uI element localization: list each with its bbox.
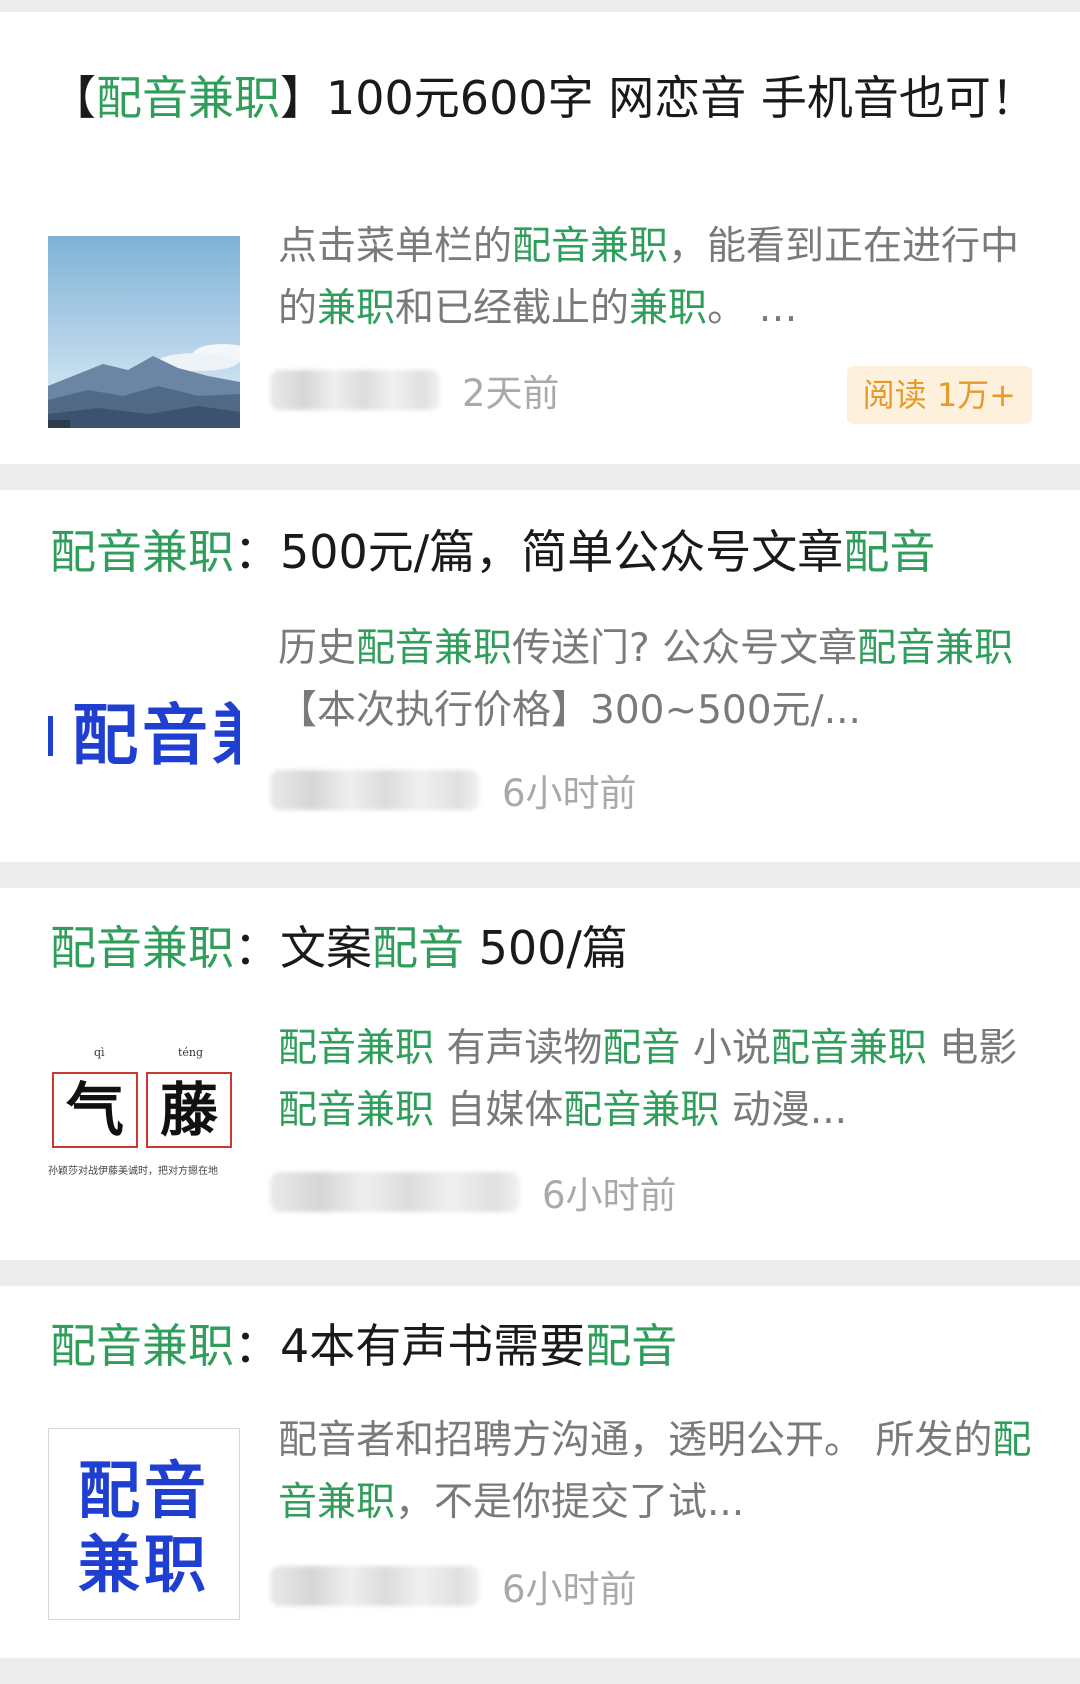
article-meta: 2天前	[270, 368, 560, 415]
text-segment: 自媒体	[434, 1088, 564, 1133]
text-segment: 和已经截止的	[395, 286, 630, 331]
keyword-highlight: 配音兼职	[857, 626, 1014, 671]
pinyin-right: téng	[178, 1046, 204, 1059]
publish-time: 2天前	[462, 372, 560, 415]
keyword-highlight: 配音	[372, 921, 464, 975]
read-count-badge: 阅读 1万+	[846, 366, 1032, 424]
thumb-text-line-2: 兼职	[77, 1528, 210, 1601]
keyword-highlight: 配音兼职	[50, 525, 234, 579]
text-segment: 小说	[680, 1026, 771, 1071]
keyword-highlight: 配音兼职	[563, 1088, 720, 1133]
keyword-highlight: 配音兼职	[278, 1026, 435, 1071]
char-box-right: 藤	[146, 1072, 232, 1148]
keyword-highlight: 兼职	[629, 286, 708, 331]
thumb-char-right: 藤	[159, 1076, 218, 1144]
text-segment: 传送门? 公众号文章	[512, 626, 858, 671]
keyword-highlight: 配音兼职	[356, 626, 513, 671]
keyword-highlight: 配音	[602, 1026, 681, 1071]
text-segment: 历史	[278, 626, 357, 671]
text-segment: 】100元600字 网恋音 手机音也可！	[280, 71, 1037, 125]
article-snippet: 配音者和招聘方沟通，透明公开。 所发的配音兼职，不是你提交了试...	[278, 1410, 1036, 1534]
text-segment: 【	[50, 71, 96, 125]
account-name-redacted	[270, 770, 480, 810]
article-meta: 6小时前	[270, 1170, 677, 1217]
thumb-caption: 孙颖莎对战伊藤美诚时，把对方摁在地	[48, 1166, 218, 1177]
publish-time: 6小时前	[502, 1568, 637, 1611]
account-name-redacted	[270, 1566, 480, 1606]
text-segment: 点击菜单栏的	[278, 224, 513, 269]
keyword-highlight: 配音兼职	[278, 1088, 435, 1133]
article-thumbnail[interactable]: 配音 兼职	[48, 1428, 240, 1620]
article-meta: 6小时前	[270, 1564, 637, 1611]
article-snippet: 历史配音兼职传送门? 公众号文章配音兼职 【本次执行价格】300~500元/..…	[278, 618, 1036, 742]
text-segment: 有声读物	[434, 1026, 603, 1071]
thumb-text-line-1: 配音	[77, 1454, 210, 1527]
keyword-highlight: 配音兼职	[96, 71, 280, 125]
text-segment: 【本次执行价格】300~500元/...	[278, 688, 861, 733]
article-title[interactable]: 配音兼职：文案配音 500/篇	[50, 912, 1040, 984]
article-thumbnail[interactable]	[48, 236, 240, 428]
article-thumbnail[interactable]: 配音兼	[48, 638, 240, 830]
article-snippet: 点击菜单栏的配音兼职，能看到正在进行中的兼职和已经截止的兼职。 …	[278, 216, 1036, 340]
pinyin-left: qì	[94, 1046, 105, 1059]
article-card[interactable]: 配音兼职：4本有声书需要配音 配音 兼职 配音者和招聘方沟通，透明公开。 所发的…	[0, 1286, 1080, 1658]
keyword-highlight: 配音	[843, 525, 936, 579]
keyword-highlight: 配音	[585, 1319, 678, 1373]
search-results-feed: 【配音兼职】100元600字 网恋音 手机音也可！ 点击菜单栏的配音兼职，能看到…	[0, 0, 1080, 1684]
text-segment: 动漫...	[719, 1088, 848, 1133]
text-segment: 500/篇	[464, 921, 628, 975]
article-title[interactable]: 配音兼职：500元/篇，简单公众号文章配音	[50, 516, 1040, 588]
keyword-highlight: 配音兼职	[770, 1026, 927, 1071]
account-name-redacted	[270, 1172, 520, 1212]
thumb-char-left: 气	[65, 1076, 124, 1144]
char-box-left: 气	[52, 1072, 138, 1148]
keyword-highlight: 配音兼职	[50, 921, 234, 975]
article-card[interactable]: 【配音兼职】100元600字 网恋音 手机音也可！ 点击菜单栏的配音兼职，能看到…	[0, 12, 1080, 464]
text-segment: ，不是你提交了试...	[395, 1480, 745, 1525]
keyword-highlight: 配音兼职	[512, 224, 669, 269]
thumb-accent-bar	[48, 716, 53, 756]
account-name-redacted	[270, 370, 440, 410]
article-meta: 6小时前	[270, 768, 637, 815]
article-title[interactable]: 配音兼职：4本有声书需要配音	[50, 1310, 1040, 1382]
text-segment: 。 …	[707, 286, 798, 331]
text-segment: ：文案	[234, 921, 372, 975]
keyword-highlight: 兼职	[317, 286, 396, 331]
publish-time: 6小时前	[502, 772, 637, 815]
keyword-highlight: 配音兼职	[50, 1319, 234, 1373]
text-segment: ：500元/篇，简单公众号文章	[234, 525, 844, 579]
article-title[interactable]: 【配音兼职】100元600字 网恋音 手机音也可！	[50, 62, 1040, 134]
text-segment: ：4本有声书需要	[234, 1319, 586, 1373]
article-snippet: 配音兼职 有声读物配音 小说配音兼职 电影配音兼职 自媒体配音兼职 动漫...	[278, 1018, 1036, 1142]
publish-time: 6小时前	[542, 1174, 677, 1217]
article-card[interactable]: 配音兼职：文案配音 500/篇 qì téng 气 藤 孙颖莎对战伊藤美诚时，把…	[0, 888, 1080, 1260]
text-segment: 配音者和招聘方沟通，透明公开。 所发的	[278, 1418, 993, 1463]
mountain-landscape-image	[48, 236, 240, 428]
article-thumbnail[interactable]: qì téng 气 藤 孙颖莎对战伊藤美诚时，把对方摁在地	[48, 1038, 240, 1230]
article-card[interactable]: 配音兼职：500元/篇，简单公众号文章配音 配音兼 历史配音兼职传送门? 公众号…	[0, 490, 1080, 862]
thumb-title-text: 配音兼	[72, 697, 240, 774]
text-segment: 电影	[926, 1026, 1018, 1071]
